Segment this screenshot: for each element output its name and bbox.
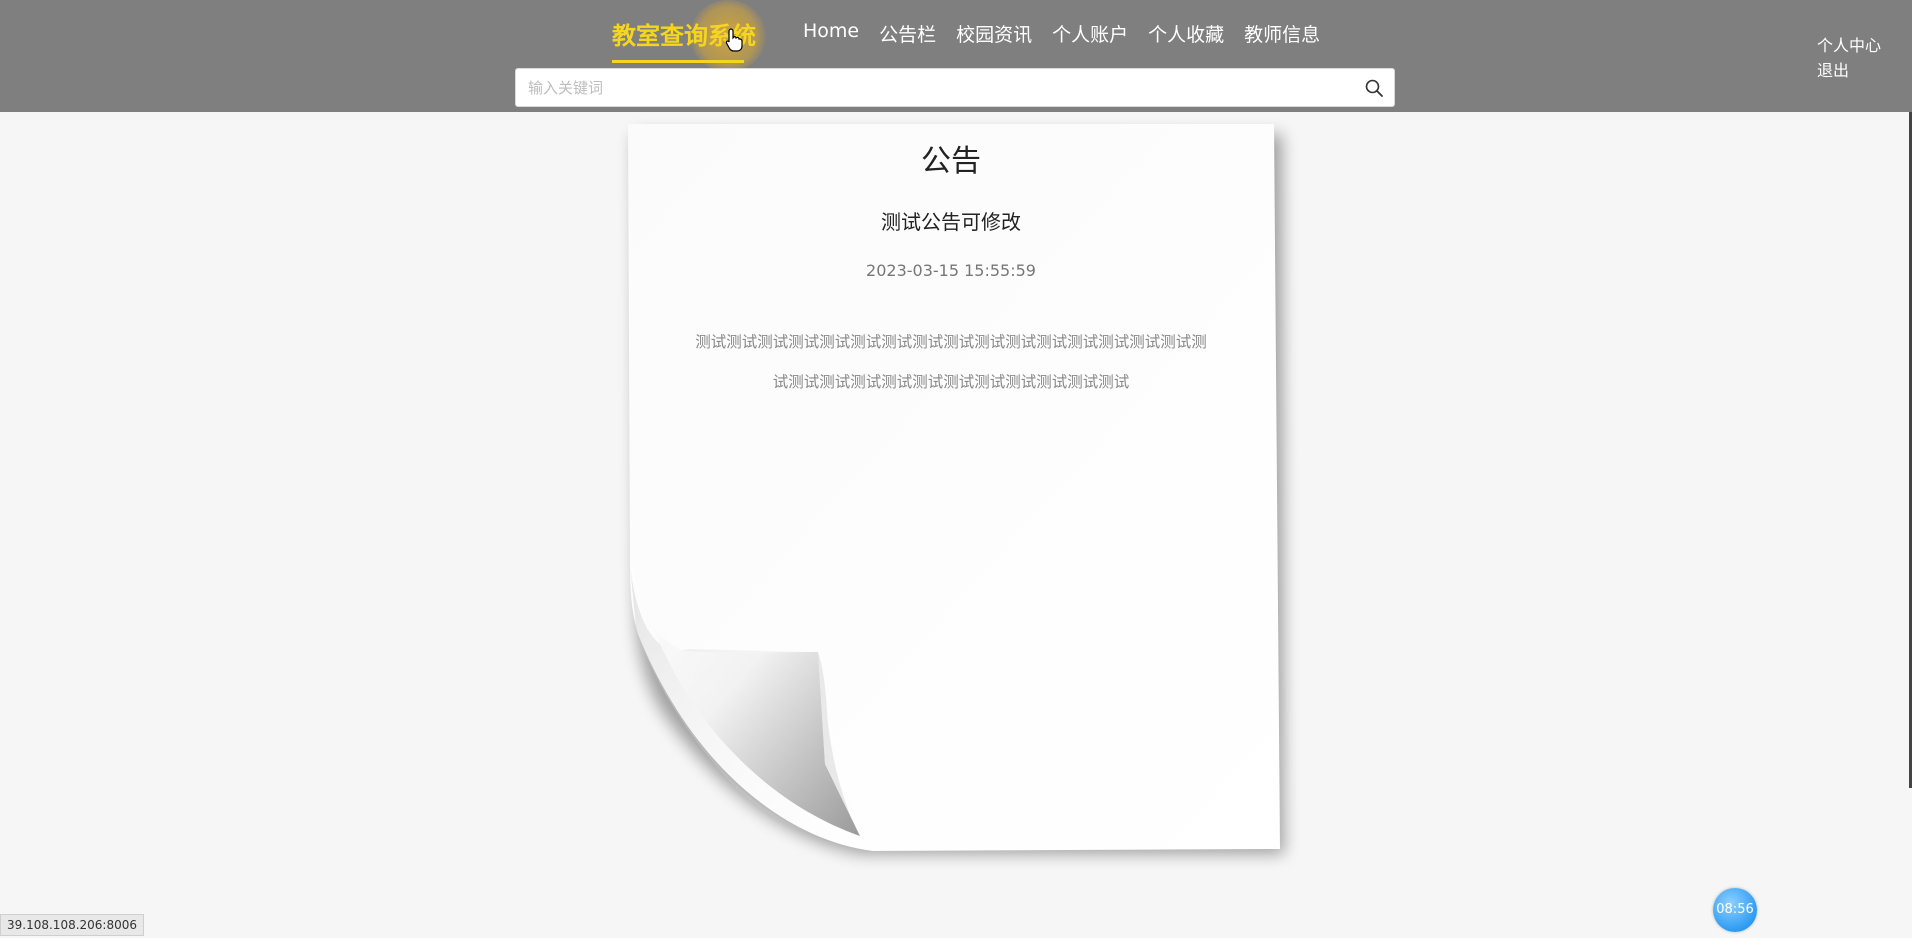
nav-personal-account[interactable]: 个人账户	[1052, 20, 1128, 47]
active-nav-underline	[612, 60, 744, 63]
nav-home[interactable]: Home	[803, 20, 859, 47]
nav-teacher-info[interactable]: 教师信息	[1244, 20, 1320, 47]
nav-favorites[interactable]: 个人收藏	[1148, 20, 1224, 47]
logout-link[interactable]: 退出	[1817, 58, 1881, 83]
user-menu: 个人中心 退出	[1817, 33, 1881, 83]
notice-date: 2023-03-15 15:55:59	[866, 261, 1036, 280]
search-icon[interactable]	[1364, 78, 1384, 98]
floating-clock-button[interactable]: 08:56	[1713, 888, 1757, 932]
notice-section-title: 公告	[921, 144, 981, 179]
hand-cursor-icon	[725, 28, 743, 52]
status-url-tooltip: 39.108.108.206:8006	[0, 914, 145, 936]
nav-notice-board[interactable]: 公告栏	[879, 20, 936, 47]
nav-campus-news[interactable]: 校园资讯	[956, 20, 1032, 47]
notice-body: 测试测试测试测试测试测试测试测试测试测试测试测试测试测试测试测试测试测试测试测试…	[695, 333, 1207, 391]
user-center-link[interactable]: 个人中心	[1817, 33, 1881, 58]
search-input[interactable]	[516, 69, 1356, 106]
search-bar	[515, 68, 1395, 107]
main-nav: Home 公告栏 校园资讯 个人账户 个人收藏 教师信息	[803, 20, 1320, 47]
notice-title: 测试公告可修改	[881, 210, 1021, 234]
